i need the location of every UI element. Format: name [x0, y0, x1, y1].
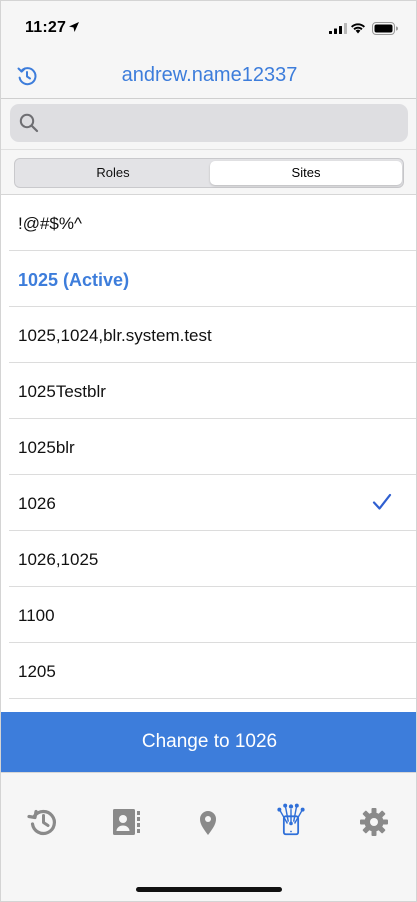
search-bar [1, 99, 416, 149]
change-site-button[interactable]: Change to 1026 [1, 712, 416, 772]
home-indicator [136, 887, 282, 892]
site-row-active[interactable]: 1025 (Active) [1, 251, 416, 307]
site-row[interactable]: !@#$%^ [1, 195, 416, 251]
search-icon [19, 113, 39, 133]
status-time: 11:27 [25, 19, 67, 36]
site-row[interactable]: 1100 [1, 587, 416, 643]
site-label: 1025Testblr [18, 382, 106, 401]
site-label: 1026,1025 [18, 550, 99, 569]
cellular-signal-icon [329, 23, 347, 34]
page-title: andrew.name12337 [121, 64, 298, 86]
location-pin-icon[interactable] [191, 805, 225, 839]
site-row[interactable]: 1025Testblr [1, 363, 416, 419]
tab-bar [1, 772, 416, 901]
location-arrow-icon [69, 22, 79, 32]
network-phone-icon[interactable] [274, 802, 308, 836]
site-row[interactable]: 1025blr [1, 419, 416, 475]
row-divider [9, 698, 416, 699]
site-row-selected[interactable]: 1026 [1, 475, 416, 531]
search-input[interactable] [50, 108, 400, 138]
site-label: 1100 [18, 606, 55, 625]
app-screen: 11:27 andrew.name12337 Roles Sites !@#$%… [0, 0, 417, 902]
navigation-bar: andrew.name12337 [1, 53, 416, 99]
sites-list: !@#$%^ 1025 (Active) 1025,1024,blr.syste… [1, 195, 416, 699]
search-box[interactable] [10, 104, 408, 142]
history-icon[interactable] [26, 805, 60, 839]
site-label: 1025 (Active) [18, 270, 130, 290]
site-label: 1025blr [18, 438, 75, 457]
site-label: !@#$%^ [18, 214, 82, 233]
roles-sites-segmented-control: Roles Sites [14, 158, 404, 188]
segment-container: Roles Sites [1, 149, 416, 195]
site-row[interactable]: 1205 [1, 643, 416, 699]
site-label: 1026 [18, 494, 56, 513]
site-label: 1205 [18, 662, 56, 681]
site-row[interactable]: 1025,1024,blr.system.test [1, 307, 416, 363]
gear-icon[interactable] [357, 805, 391, 839]
site-label: 1025,1024,blr.system.test [18, 326, 212, 345]
segment-sites[interactable]: Sites [210, 161, 402, 185]
segment-roles[interactable]: Roles [17, 161, 209, 185]
status-bar: 11:27 [1, 1, 416, 53]
contacts-icon[interactable] [109, 805, 143, 839]
wifi-icon [351, 23, 365, 34]
checkmark-icon [372, 493, 392, 510]
site-row[interactable]: 1026,1025 [1, 531, 416, 587]
battery-icon [372, 22, 398, 35]
